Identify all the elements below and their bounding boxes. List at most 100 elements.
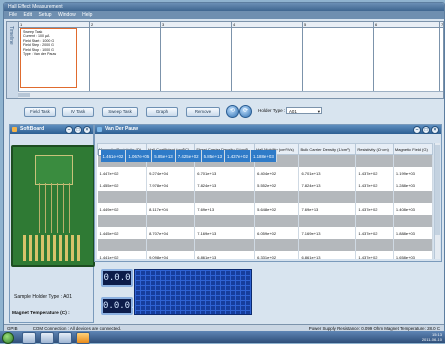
table-cell: 1.461e+02 (100, 150, 127, 162)
app-icon[interactable] (76, 332, 90, 344)
table-row[interactable] (97, 239, 433, 251)
minimize-icon[interactable]: – (413, 126, 421, 134)
table-cell: 1.441e+02 (97, 251, 148, 259)
table-cell (194, 239, 256, 251)
table-cell: 1.437e+02 (355, 251, 394, 259)
table-cell (355, 239, 394, 251)
readout-top: 0.0.0 (101, 269, 133, 287)
close-icon[interactable]: × (83, 126, 91, 134)
close-icon[interactable]: × (431, 126, 439, 134)
sweep-task-block[interactable]: Sweep Task Current : 100 µA Field Start … (20, 28, 77, 88)
table-cell (254, 215, 300, 227)
table-cell: 1.067e+05 (125, 150, 153, 162)
table-cell: 7.978e+04 (146, 179, 196, 191)
table-cell: 6.701e+13 (194, 167, 256, 179)
table-cell (355, 154, 394, 167)
field-task-button[interactable]: Field Task (24, 107, 56, 117)
results-table: Magnetic Resistivity (Ω) Hall Coefficien… (97, 143, 433, 259)
table-cell (393, 191, 433, 203)
table-cell: 1.437e+02 (355, 203, 394, 215)
remove-button[interactable]: Remove (186, 107, 220, 117)
task-toolbar: Field Task IV Task Sweep Task Graph Remo… (6, 101, 442, 119)
minimize-icon[interactable]: – (65, 126, 73, 134)
explorer-icon[interactable] (22, 332, 36, 344)
table-row[interactable]: 1.449e+02 8.117e+04 7.69e+13 5.648e+02 7.69e… (97, 203, 433, 215)
table-scrollbar[interactable] (434, 143, 440, 259)
table-cell: 9.098e+04 (146, 251, 196, 259)
van-der-pauw-title: Van Der Pauw (105, 126, 139, 132)
column-header[interactable]: Resistivity (Ω·cm) (355, 143, 394, 155)
table-cell (194, 191, 256, 203)
sample-holder-label: Sample Holder Type : A01 (14, 294, 72, 300)
timeline-tick: 1 (18, 22, 22, 98)
table-cell (254, 191, 300, 203)
menu-file[interactable]: File (9, 12, 17, 18)
van-der-pauw-header: Van Der Pauw – □ × (95, 125, 441, 134)
table-cell: 8.707e+04 (146, 227, 196, 239)
table-cell (355, 191, 394, 203)
window-controls: – □ × (64, 126, 91, 135)
table-cell: 7.824e+13 (298, 179, 357, 191)
run-icon[interactable]: ⟳ (239, 105, 252, 118)
media-icon[interactable] (40, 332, 54, 344)
table-cell: 7.69e+13 (194, 203, 256, 215)
table-row[interactable]: 1.455e+02 7.978e+04 7.824e+13 5.552e+02 7.82… (97, 179, 433, 191)
restore-icon[interactable]: □ (74, 126, 82, 134)
panel-icon (97, 127, 102, 132)
column-header[interactable]: Magnetic Field (G) (392, 143, 433, 155)
sample-holder-board (11, 145, 95, 267)
table-cell (97, 215, 148, 227)
restore-icon[interactable]: □ (422, 126, 430, 134)
menu-edit[interactable]: Edit (23, 12, 32, 18)
menu-help[interactable]: Help (82, 12, 92, 18)
table-cell: 6.861e+13 (298, 251, 357, 259)
timeline-tick: 6 (373, 22, 377, 98)
table-cell: 1.188e+03 (250, 150, 277, 162)
timeline-tick: 3 (160, 22, 164, 98)
table-cell: 1.437e+02 (355, 179, 394, 191)
table-cell: 1.445e+02 (97, 227, 148, 239)
table-cell: 7.824e+13 (194, 179, 256, 191)
table-cell: 6.861e+13 (194, 251, 256, 259)
iv-task-button[interactable]: IV Task (62, 107, 94, 117)
timeline-label: Timeline (8, 26, 14, 45)
table-cell (393, 215, 433, 227)
table-cell: 1.408e+03 (393, 203, 433, 215)
softboard-title: SoftBoard (20, 126, 45, 132)
table-cell: 7.169e+13 (194, 227, 256, 239)
folder-icon[interactable] (58, 332, 72, 344)
start-button[interactable] (2, 332, 14, 344)
menu-bar: File Edit Setup Window Help (4, 11, 444, 19)
main-window: Hall Effect Measurement File Edit Setup … (3, 2, 445, 333)
holder-type-select[interactable]: A01 ▾ (286, 107, 322, 114)
table-row[interactable] (97, 191, 433, 203)
menu-setup[interactable]: Setup (38, 12, 51, 18)
column-header[interactable]: Bulk Carrier Density (1/cm³) (298, 143, 357, 155)
holder-type-value: A01 (289, 109, 297, 114)
table-cell: 1.437e+02 (355, 227, 394, 239)
table-row[interactable]: 1.447e+02 9.274e+04 6.701e+13 6.404e+02 6.70… (97, 167, 433, 179)
table-cell: 1.888e+03 (393, 227, 433, 239)
table-cell (146, 215, 196, 227)
table-row[interactable]: 1.445e+02 8.707e+04 7.169e+13 6.059e+02 7.16… (97, 227, 433, 239)
table-cell: 1.288e+03 (393, 179, 433, 191)
softboard-panel: SoftBoard – □ × Sample Holder Type : A01 M… (9, 124, 95, 323)
graph-button[interactable]: Graph (146, 107, 178, 117)
task-line: Type : Van der Pauw (23, 52, 57, 57)
table-cell (146, 191, 196, 203)
window-controls: – □ × (412, 126, 439, 135)
table-row[interactable]: 1.461e+02 1.067e+05 5.85e+13 7.425e+02 5.85e… (97, 149, 277, 162)
table-cell (146, 239, 196, 251)
table-row[interactable] (97, 215, 433, 227)
table-cell (97, 191, 148, 203)
table-cell: 5.648e+02 (254, 203, 300, 215)
taskbar: 15:13 2011-06-10 (0, 331, 445, 344)
table-row[interactable]: 1.441e+02 9.098e+04 6.861e+13 6.331e+02 6.86… (97, 251, 433, 259)
timeline-scrollbar[interactable] (18, 91, 443, 98)
refresh-icon[interactable]: ⟲ (226, 105, 239, 118)
timeline-tick: 5 (302, 22, 306, 98)
menu-window[interactable]: Window (58, 12, 76, 18)
softboard-header: SoftBoard – □ × (10, 125, 93, 134)
sweep-task-button[interactable]: Sweep Task (102, 107, 138, 117)
board-chip (35, 155, 73, 185)
